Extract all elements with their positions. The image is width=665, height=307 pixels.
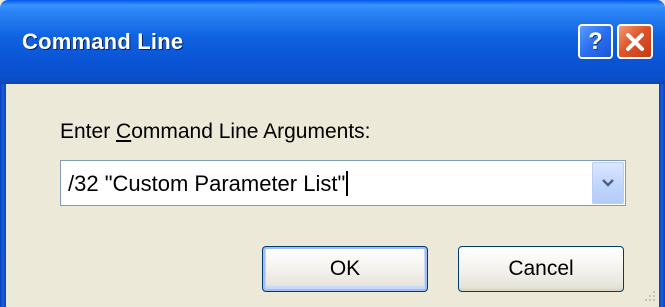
window-title: Command Line [22, 29, 184, 54]
command-line-dialog: Command Line ? Enter Command Line Argume… [0, 0, 665, 307]
dropdown-button[interactable] [592, 162, 624, 204]
arguments-combobox[interactable]: /32 "Custom Parameter List" [60, 160, 626, 206]
text-caret [346, 171, 349, 196]
help-button[interactable]: ? [578, 24, 613, 59]
close-button[interactable] [617, 24, 653, 59]
accelerator-key: C [116, 120, 132, 143]
ok-button[interactable]: OK [262, 246, 428, 292]
cancel-button[interactable]: Cancel [458, 246, 624, 292]
window-border-left [0, 84, 6, 307]
chevron-down-icon [602, 179, 614, 187]
close-icon [626, 32, 644, 51]
resize-grip-icon[interactable] [643, 289, 657, 303]
arguments-input[interactable]: /32 "Custom Parameter List" [68, 171, 349, 197]
help-icon: ? [588, 27, 603, 55]
arguments-label: Enter Command Line Arguments: [60, 120, 371, 143]
title-bar[interactable]: Command Line ? [0, 0, 665, 84]
window-border-right [659, 84, 665, 307]
